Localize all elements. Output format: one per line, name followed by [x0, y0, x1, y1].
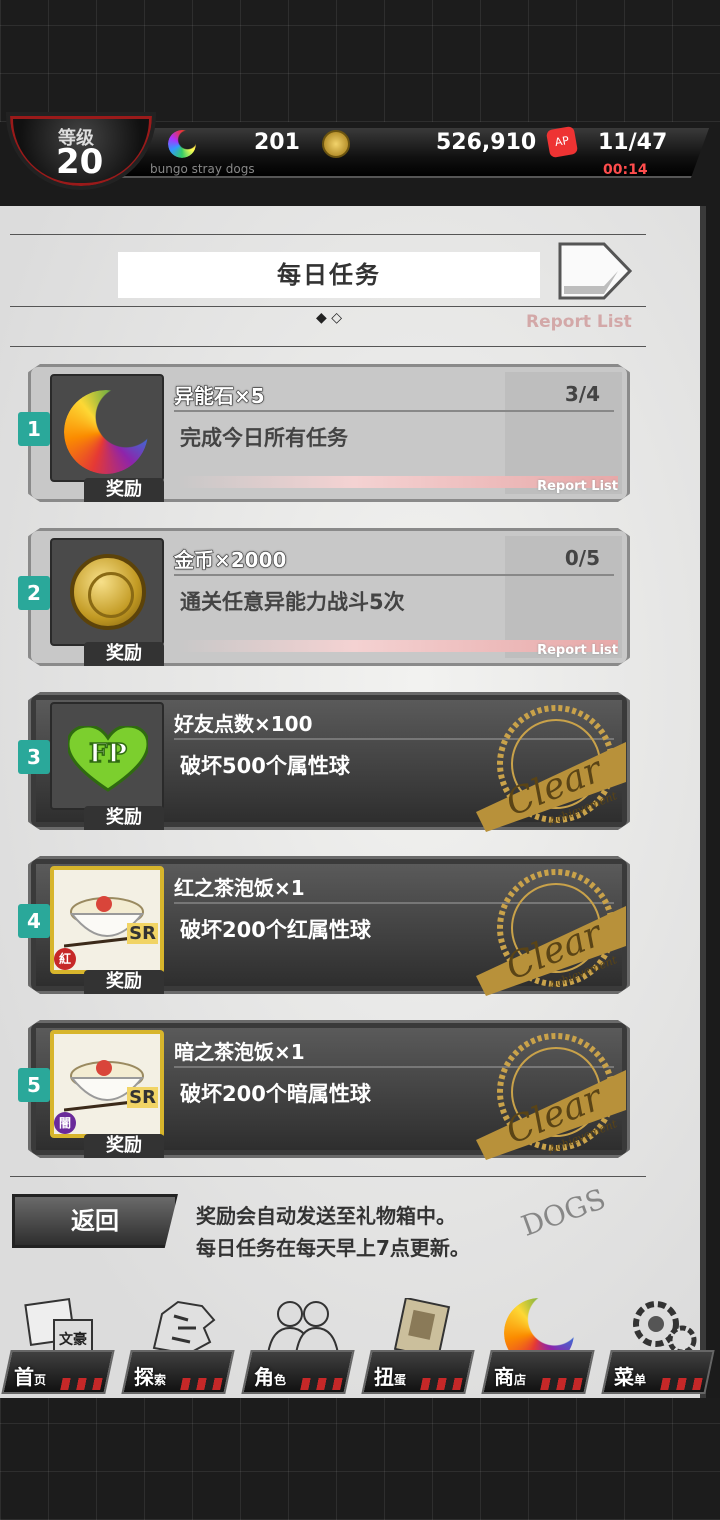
- back-button[interactable]: 返回: [12, 1194, 178, 1248]
- nav-characters-label: 角: [254, 1365, 274, 1389]
- status-bar: 等级 20 bungo stray dogs 201 526,910 AP 11…: [0, 112, 720, 198]
- reward-label: 奖励: [84, 1134, 164, 1158]
- mission-number: 2: [18, 576, 50, 610]
- nav-menu[interactable]: 菜单: [601, 1296, 715, 1396]
- mission-number: 3: [18, 740, 50, 774]
- element-badge: 闇: [54, 1112, 76, 1134]
- reward-box: [50, 538, 164, 646]
- page-title: 每日任务: [118, 252, 540, 298]
- task-progress: 3/4: [564, 382, 600, 406]
- reward-title: 红之茶泡饭×1: [174, 876, 305, 900]
- mission-number: 4: [18, 904, 50, 938]
- daily-mission-panel: 每日任务 ◆ ◇ Report List 奖励 1 异能石×5 完成今日所有任务…: [0, 206, 706, 1398]
- mission-card-4[interactable]: 紅 SR 奖励 4 红之茶泡饭×1 破坏200个红属性球 Clear Achie…: [18, 856, 630, 996]
- book-icon: [393, 1298, 451, 1358]
- gear-icon: [633, 1301, 697, 1355]
- reward-box: 闇 SR: [50, 1030, 164, 1138]
- bottom-background: [0, 1398, 720, 1520]
- bungo-logo-icon: 文豪: [24, 1298, 93, 1353]
- friend-point-heart-icon: FP: [68, 726, 148, 792]
- page-indicator: ◆ ◇: [316, 310, 342, 326]
- reward-label: 奖励: [84, 478, 164, 502]
- clear-stamp-icon: Clear Achievement: [476, 705, 626, 832]
- reward-label: 奖励: [84, 970, 164, 994]
- rarity-badge: SR: [127, 923, 158, 944]
- reward-label: 奖励: [84, 806, 164, 830]
- mission-card-5[interactable]: 闇 SR 奖励 5 暗之茶泡饭×1 破坏200个暗属性球 Clear Achie…: [18, 1020, 630, 1160]
- task-description: 破坏200个暗属性球: [180, 1082, 371, 1106]
- logo-text: 文豪: [59, 1331, 87, 1348]
- reward-title: 暗之茶泡饭×1: [174, 1040, 305, 1064]
- fp-text: FP: [89, 739, 127, 769]
- reward-box: [50, 374, 164, 482]
- mission-number: 5: [18, 1068, 50, 1102]
- people-icon: [266, 1301, 340, 1355]
- top-background: [0, 0, 720, 122]
- gold-coin-icon: [70, 554, 146, 630]
- nav-gacha[interactable]: 扭蛋: [361, 1296, 475, 1396]
- ability-stone-icon: [64, 390, 148, 474]
- coin-icon: [322, 130, 350, 158]
- report-list-link[interactable]: Report List: [526, 312, 632, 332]
- level-value: 20: [56, 142, 104, 182]
- nav-characters[interactable]: 角色: [241, 1296, 355, 1396]
- reward-title: 好友点数×100: [174, 712, 313, 736]
- reward-box: FP: [50, 702, 164, 810]
- nav-explore-label: 探: [134, 1365, 154, 1389]
- task-description: 通关任意异能力战斗5次: [180, 590, 405, 614]
- stamina-timer: 00:14: [603, 162, 648, 178]
- task-description: 破坏500个属性球: [180, 754, 350, 778]
- mission-number: 1: [18, 412, 50, 446]
- rarity-badge: SR: [127, 1087, 158, 1108]
- mission-card-2[interactable]: 奖励 2 金币×2000 通关任意异能力战斗5次 0/5 Report List: [18, 528, 630, 666]
- bottom-navigation: 文豪 首页 探索 角色 扭蛋 商店 菜单: [0, 1296, 720, 1398]
- next-page-arrow-icon[interactable]: [558, 242, 632, 300]
- nav-home-label: 首: [14, 1365, 34, 1389]
- nav-home[interactable]: 文豪 首页: [1, 1296, 115, 1396]
- ap-heart-icon: AP: [545, 125, 579, 159]
- task-description: 破坏200个红属性球: [180, 918, 371, 942]
- report-tag: Report List: [537, 643, 618, 658]
- report-tag: Report List: [537, 479, 618, 494]
- stone-count: 201: [254, 130, 300, 155]
- decorative-dogs-text: DOGS: [516, 1182, 610, 1243]
- reward-box: 紅 SR: [50, 866, 164, 974]
- nav-menu-label: 菜: [614, 1365, 634, 1389]
- reward-title: 异能石×5: [174, 384, 266, 409]
- stamina-count: 11/47: [598, 130, 668, 155]
- footer-note-reset: 每日任务在每天早上7点更新。: [196, 1236, 470, 1260]
- nav-shop[interactable]: 商店: [481, 1296, 595, 1396]
- reward-title: 金币×2000: [173, 548, 287, 573]
- clear-stamp-icon: Clear Achievement: [476, 869, 626, 996]
- nav-shop-label: 商: [494, 1365, 514, 1389]
- tiger-icon: [152, 1300, 216, 1356]
- nav-gacha-label: 扭: [374, 1365, 394, 1389]
- nav-explore[interactable]: 探索: [121, 1296, 235, 1396]
- footer-note-gift: 奖励会自动发送至礼物箱中。: [196, 1204, 456, 1228]
- player-subtitle: bungo stray dogs: [150, 162, 255, 176]
- coin-count: 526,910: [436, 130, 537, 155]
- ability-stone-icon: [168, 130, 196, 158]
- clear-stamp-icon: Clear Achievement: [476, 1033, 626, 1160]
- mission-card-1[interactable]: 奖励 1 异能石×5 完成今日所有任务 3/4 Report List: [18, 364, 630, 502]
- reward-label: 奖励: [84, 642, 164, 666]
- element-badge: 紅: [54, 948, 76, 970]
- task-description: 完成今日所有任务: [180, 426, 348, 450]
- mission-card-3[interactable]: FP 奖励 3 好友点数×100 破坏500个属性球 Clear Achieve…: [18, 692, 630, 832]
- task-progress: 0/5: [564, 546, 600, 570]
